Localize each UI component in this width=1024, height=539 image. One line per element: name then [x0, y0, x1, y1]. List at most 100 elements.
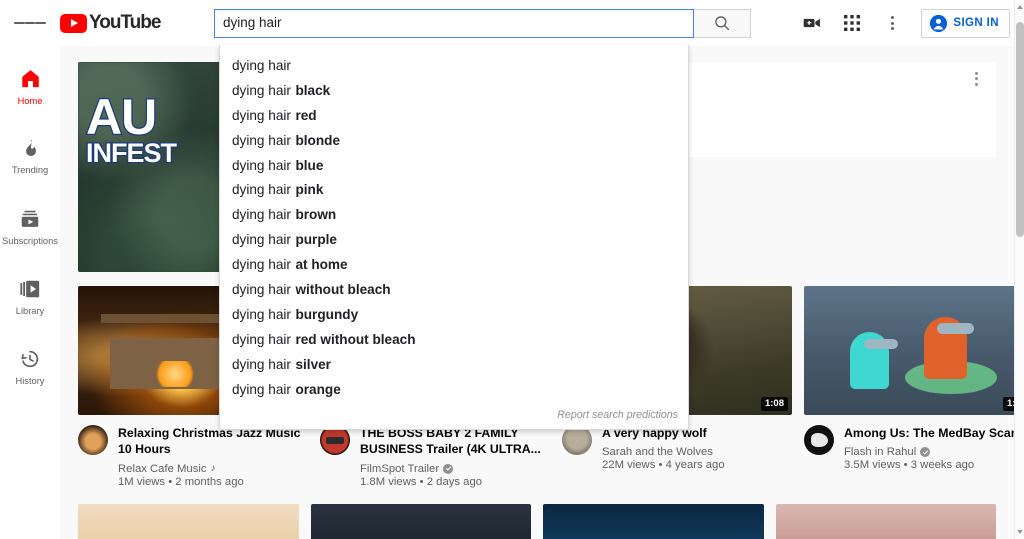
search-suggestion-item[interactable]: dying hair — [220, 53, 688, 78]
suggestion-base: dying hair — [232, 82, 291, 98]
duration-badge: 1:08 — [760, 396, 788, 411]
search-suggestion-item[interactable]: dying hair orange — [220, 377, 688, 402]
video-thumbnail-partial[interactable] — [310, 503, 531, 539]
search-suggestion-item[interactable]: dying hair blue — [220, 153, 688, 178]
video-stats: 22M views • 4 years ago — [602, 459, 725, 472]
youtube-apps-button[interactable] — [835, 6, 869, 40]
thumbnail-art — [863, 338, 899, 350]
search-button[interactable] — [694, 8, 751, 38]
search-suggestion-item[interactable]: dying hair silver — [220, 352, 688, 377]
library-icon — [20, 280, 40, 298]
suggestions-footer: Report search predictions — [220, 403, 688, 429]
search-suggestion-item[interactable]: dying hair pink — [220, 177, 688, 202]
subscriptions-icon — [21, 210, 39, 227]
channel-avatar[interactable] — [78, 425, 108, 455]
sidebar-item-trending[interactable]: Trending — [0, 122, 60, 192]
report-search-predictions-link[interactable]: Report search predictions — [557, 409, 678, 421]
video-channel[interactable]: FilmSpot Trailer — [360, 463, 550, 475]
search-suggestion-item[interactable]: dying hair black — [220, 78, 688, 103]
search-suggestion-item[interactable]: dying hair brown — [220, 202, 688, 227]
sidebar-item-library[interactable]: Library — [0, 262, 60, 332]
suggestion-base: dying hair — [232, 232, 291, 248]
video-meta: THE BOSS BABY 2 FAMILY BUSINESS Trailer … — [320, 425, 550, 488]
suggestion-suffix: red without bleach — [295, 331, 416, 347]
channel-name: Sarah and the Wolves — [602, 446, 713, 459]
video-meta: Relaxing Christmas Jazz Music 10 Hours R… — [78, 425, 308, 488]
promo-banner-thumbnail[interactable]: AU INFEST — [78, 62, 226, 272]
search-suggestion-item[interactable]: dying hair burgundy — [220, 302, 688, 327]
suggestion-base: dying hair — [232, 306, 291, 322]
suggestion-base: dying hair — [232, 281, 291, 297]
search-suggestion-item[interactable]: dying hair blonde — [220, 128, 688, 153]
suggestion-suffix: pink — [295, 182, 324, 198]
search-form: dying hair — [214, 8, 751, 38]
search-suggestion-item[interactable]: dying hair red — [220, 103, 688, 128]
video-card[interactable]: 1:37 Among Us: The MedBay Scan Flash in … — [804, 286, 1014, 488]
sidebar-item-home[interactable]: Home — [0, 52, 60, 122]
create-video-button[interactable] — [795, 6, 829, 40]
sidebar-item-subscriptions[interactable]: Subscriptions — [0, 192, 60, 262]
video-camera-plus-icon — [804, 18, 821, 28]
suggestion-base: dying hair — [232, 107, 291, 123]
search-input-value: dying hair — [223, 15, 282, 31]
promo-banner-line1: AU — [85, 89, 159, 145]
masthead-center: dying hair — [190, 8, 795, 38]
video-channel[interactable]: Sarah and the Wolves — [602, 446, 792, 458]
scrollbar-thumb[interactable] — [1016, 22, 1024, 237]
video-thumbnail[interactable]: 1:37 — [804, 286, 1014, 415]
suggestion-base: dying hair — [232, 182, 291, 198]
video-meta: Among Us: The MedBay Scan Flash in Rahul… — [804, 425, 1014, 471]
scroll-up-arrow-icon[interactable] — [1015, 1, 1024, 13]
channel-avatar[interactable] — [804, 425, 834, 455]
video-meta: A very happy wolf Sarah and the Wolves 2… — [562, 425, 792, 471]
search-suggestion-item[interactable]: dying hair red without bleach — [220, 327, 688, 352]
history-icon — [21, 350, 39, 368]
search-suggestions-dropdown: dying hair dying hair black dying hair red… — [219, 45, 689, 431]
scroll-down-arrow-icon[interactable] — [1015, 526, 1024, 538]
video-channel[interactable]: Flash in Rahul — [844, 446, 1014, 458]
promo-banner-line2: INFEST — [85, 138, 179, 168]
masthead-right: SIGN IN — [795, 6, 1024, 40]
search-icon — [715, 16, 730, 31]
search-suggestions-list: dying hair dying hair black dying hair red… — [220, 53, 688, 403]
video-thumbnail-partial[interactable] — [78, 503, 299, 539]
guide-menu-icon[interactable] — [14, 7, 47, 39]
page-scrollbar[interactable] — [1014, 0, 1024, 539]
sidebar-item-history[interactable]: History — [0, 332, 60, 402]
video-text: THE BOSS BABY 2 FAMILY BUSINESS Trailer … — [360, 425, 550, 488]
video-text: A very happy wolf Sarah and the Wolves 2… — [602, 425, 792, 471]
music-note-icon: ♪ — [210, 463, 216, 475]
trending-icon — [25, 140, 36, 157]
suggestion-suffix: burgundy — [295, 306, 359, 322]
search-suggestion-item[interactable]: dying hair without bleach — [220, 277, 688, 302]
suggestion-base: dying hair — [232, 57, 291, 73]
account-avatar-icon — [930, 14, 948, 32]
thumbnail-art — [151, 360, 198, 387]
sign-in-label: SIGN IN — [953, 17, 999, 29]
sign-in-button[interactable]: SIGN IN — [921, 8, 1010, 38]
suggestion-suffix: silver — [295, 356, 331, 372]
video-title[interactable]: Among Us: The MedBay Scan — [844, 425, 1014, 441]
logo-text: YouTube — [89, 12, 161, 33]
search-suggestion-item[interactable]: dying hair at home — [220, 252, 688, 277]
suggestion-suffix: without bleach — [295, 281, 391, 297]
search-input[interactable]: dying hair — [214, 8, 694, 38]
video-stats: 1.8M views • 2 days ago — [360, 475, 483, 488]
video-thumbnail-partial[interactable] — [775, 503, 996, 539]
youtube-logo[interactable]: YouTube — [60, 12, 161, 34]
settings-menu-button[interactable] — [875, 6, 909, 40]
ad-action-menu-button[interactable] — [956, 62, 996, 157]
channel-name: Flash in Rahul — [844, 446, 917, 459]
video-thumbnail-partial[interactable] — [543, 503, 764, 539]
video-channel[interactable]: Relax Cafe Music ♪ — [118, 463, 308, 475]
sidebar-label-history: History — [15, 375, 45, 386]
sidebar: Home Trending Subscriptions Library Hist… — [0, 46, 60, 539]
search-suggestion-item[interactable]: dying hair purple — [220, 227, 688, 252]
masthead-left: YouTube — [0, 7, 190, 39]
home-icon — [21, 70, 39, 88]
sidebar-label-library: Library — [15, 305, 45, 316]
masthead: YouTube dying hair SIGN IN — [0, 0, 1024, 46]
apps-grid-icon — [844, 15, 861, 31]
channel-name: FilmSpot Trailer — [360, 462, 440, 475]
verified-badge-icon — [920, 447, 931, 458]
